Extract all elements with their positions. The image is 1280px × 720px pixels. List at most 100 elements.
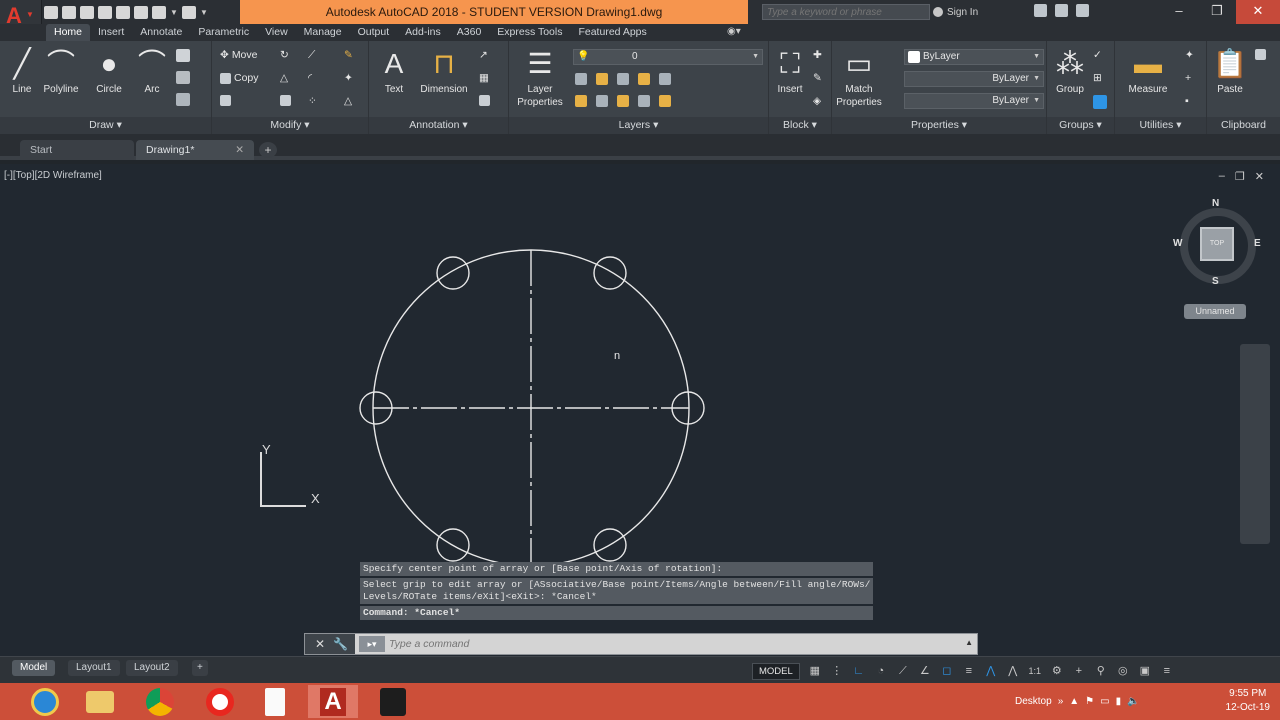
array-button[interactable]: ⁘ xyxy=(308,95,317,107)
chevron-up-icon[interactable]: ▲ xyxy=(965,638,973,647)
ortho-icon[interactable]: ∟ xyxy=(848,661,870,681)
copy-clip-button[interactable] xyxy=(1255,49,1266,60)
quick-select-button[interactable]: ✦ xyxy=(1185,49,1194,61)
close-icon[interactable]: ✕ xyxy=(315,637,325,651)
layer-dropdown[interactable]: 💡 0 ▼ xyxy=(573,49,763,65)
hatch-button[interactable] xyxy=(176,71,190,84)
help-search-input[interactable] xyxy=(762,4,930,20)
mirror-button[interactable]: △ xyxy=(280,72,288,84)
undo-icon[interactable] xyxy=(152,5,166,19)
create-block-button[interactable]: ✚ xyxy=(813,49,822,61)
lineweight-icon[interactable]: ≡ xyxy=(958,661,980,681)
autocad-taskbar-button[interactable]: A xyxy=(308,685,358,718)
tab-add-ins[interactable]: Add-ins xyxy=(397,24,449,41)
viewcube-top-face[interactable]: TOP xyxy=(1200,227,1234,261)
insert-button[interactable]: ⛶ Insert xyxy=(769,45,811,96)
layer-tool-icon[interactable] xyxy=(617,95,629,107)
close-icon[interactable]: ✕ xyxy=(235,140,244,160)
hardware-acceleration-icon[interactable]: ◎ xyxy=(1112,661,1134,681)
groups-panel-title[interactable]: Groups ▾ xyxy=(1047,117,1114,134)
rotate-button[interactable]: ↻ xyxy=(280,49,289,61)
tab-start[interactable]: Start xyxy=(20,140,134,160)
gear-icon[interactable]: ⚙ xyxy=(1046,661,1068,681)
block-attribute-button[interactable]: ◈ xyxy=(813,95,821,107)
up-arrow-icon[interactable]: ▲ xyxy=(1069,696,1079,707)
redo-icon[interactable] xyxy=(182,5,196,19)
layer-tool-icon[interactable] xyxy=(617,73,629,85)
layer-tool-icon[interactable] xyxy=(638,73,650,85)
tab-drawing1[interactable]: Drawing1* ✕ xyxy=(136,140,254,160)
clipboard-panel-title[interactable]: Clipboard xyxy=(1207,117,1280,134)
edit-block-button[interactable]: ✎ xyxy=(813,72,822,84)
tab-model[interactable]: Model xyxy=(12,660,56,676)
layer-tool-icon[interactable] xyxy=(659,73,671,85)
tab-express-tools[interactable]: Express Tools xyxy=(489,24,570,41)
ungroup-button[interactable]: ✓ xyxy=(1093,49,1102,61)
layer-tool-icon[interactable] xyxy=(596,73,608,85)
wrench-icon[interactable]: 🔧 xyxy=(333,637,348,651)
annotation-visibility-icon[interactable]: ⋀ xyxy=(980,661,1002,681)
group-selection-button[interactable] xyxy=(1093,95,1107,109)
calculator-button[interactable]: ▪ xyxy=(1185,95,1189,107)
file-button[interactable] xyxy=(250,685,300,718)
tab-annotate[interactable]: Annotate xyxy=(132,24,190,41)
wcs-menu[interactable]: Unnamed xyxy=(1184,304,1246,319)
undo-dropdown-icon[interactable]: ▼ xyxy=(170,6,178,19)
command-input[interactable] xyxy=(389,636,959,652)
dimension-button[interactable]: ⊓ Dimension xyxy=(419,45,469,96)
match-properties-button[interactable]: ▭ Match Properties xyxy=(834,45,884,109)
command-prompt-icon[interactable]: ▸▾ xyxy=(359,636,385,652)
measure-button[interactable]: ▬ Measure xyxy=(1125,45,1171,96)
clock[interactable]: 9:55 PM 12-Oct-19 xyxy=(1226,687,1270,715)
boundary-button[interactable] xyxy=(176,93,190,106)
copy-button[interactable]: Copy xyxy=(220,72,259,84)
tab-view[interactable]: View xyxy=(257,24,296,41)
tab-a360[interactable]: A360 xyxy=(449,24,490,41)
leader-button[interactable]: ↗ xyxy=(479,49,488,61)
object-snap-tracking-icon[interactable]: ∠ xyxy=(914,661,936,681)
tab-layout2[interactable]: Layout2 xyxy=(126,660,178,676)
volume-icon[interactable]: 🔈 xyxy=(1127,696,1139,707)
compass-south[interactable]: S xyxy=(1212,276,1219,287)
line-button[interactable]: ╱ Line xyxy=(1,45,43,96)
plot-icon[interactable] xyxy=(134,5,148,19)
rectangle-button[interactable] xyxy=(176,49,190,62)
layer-tool-icon[interactable] xyxy=(638,95,650,107)
drawing-viewport[interactable]: [-][Top][2D Wireframe] – ❐ ✕ n Y X TOP N xyxy=(0,164,1280,656)
qat-more-icon[interactable]: ▼ xyxy=(200,6,208,19)
explode-button[interactable]: ✦ xyxy=(344,72,353,84)
color-dropdown[interactable]: ByLayer ▼ xyxy=(904,49,1044,65)
tab-layout1[interactable]: Layout1 xyxy=(68,660,120,676)
save-icon[interactable] xyxy=(80,5,94,19)
erase-button[interactable]: ✎ xyxy=(344,49,353,61)
chrome-button[interactable] xyxy=(135,685,185,718)
isodraft-icon[interactable]: ⟋ xyxy=(892,661,914,681)
help-icon[interactable] xyxy=(1076,4,1089,17)
polar-icon[interactable]: ◔ xyxy=(870,661,892,681)
draw-panel-title[interactable]: Draw ▾ xyxy=(0,117,211,134)
annotation-panel-title[interactable]: Annotation ▾ xyxy=(369,117,508,134)
modify-panel-title[interactable]: Modify ▾ xyxy=(212,117,368,134)
ribbon-toggle-icon[interactable]: ◉▾ xyxy=(727,26,747,38)
save-as-icon[interactable] xyxy=(98,5,112,19)
offset-button[interactable]: △ xyxy=(344,95,352,107)
group-button[interactable]: ⁂ Group xyxy=(1049,45,1091,96)
layers-panel-title[interactable]: Layers ▾ xyxy=(509,117,768,134)
arc-button[interactable]: ⌒ Arc xyxy=(131,45,173,96)
move-button[interactable]: ✥ Move xyxy=(220,49,258,61)
compass-west[interactable]: W xyxy=(1173,238,1182,249)
navigation-bar[interactable] xyxy=(1240,344,1270,544)
layer-tool-icon[interactable] xyxy=(575,95,587,107)
hole-circle[interactable] xyxy=(593,256,627,290)
fillet-button[interactable]: ◜ xyxy=(308,72,312,84)
viewcube[interactable]: TOP N S E W xyxy=(1172,198,1264,292)
flag-icon[interactable]: ⚑ xyxy=(1085,696,1094,707)
annotation-extra-button[interactable] xyxy=(479,95,490,106)
battery-icon[interactable]: ▭ xyxy=(1100,696,1109,707)
lineweight-dropdown[interactable]: ByLayer ▼ xyxy=(904,93,1044,109)
tab-insert[interactable]: Insert xyxy=(90,24,132,41)
circle-button[interactable]: ● Circle xyxy=(88,45,130,96)
clean-screen-icon[interactable]: ▣ xyxy=(1134,661,1156,681)
block-panel-title[interactable]: Block ▾ xyxy=(769,117,831,134)
tab-featured-apps[interactable]: Featured Apps xyxy=(570,24,654,41)
